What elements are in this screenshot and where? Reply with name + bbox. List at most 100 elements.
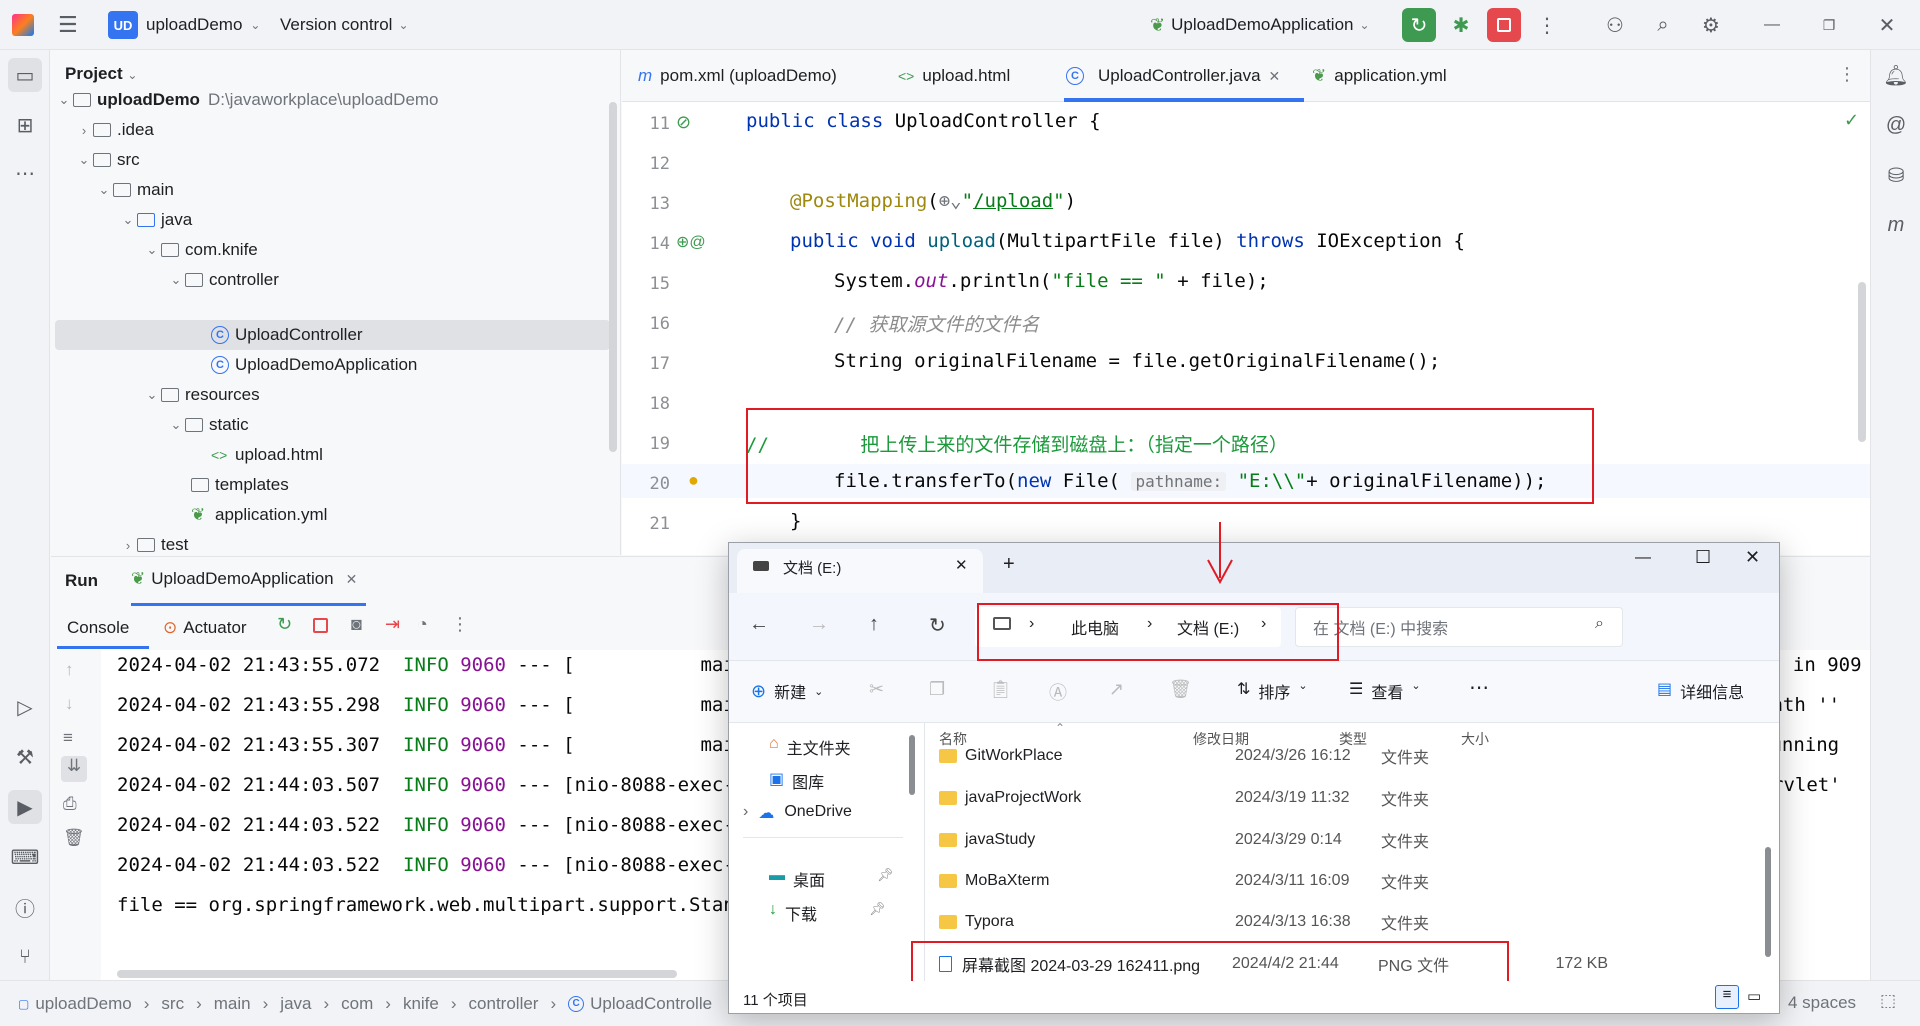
new-button[interactable]: ⊕ 新建 ⌄ <box>751 679 823 703</box>
dashboard-icon[interactable]: ◔ <box>417 614 428 635</box>
clear-trash-icon[interactable]: 🗑︎ <box>63 828 85 848</box>
tab-upload-html[interactable]: <> upload.html <box>898 50 1010 102</box>
explorer-tab[interactable] <box>737 549 983 593</box>
lightbulb-icon[interactable]: ● <box>688 470 699 491</box>
endpoint-icon[interactable]: ⊕@ <box>676 232 706 252</box>
indent-setting[interactable]: 4 spaces <box>1788 993 1856 1013</box>
spring-bean-icon[interactable]: ⊘ <box>676 112 691 133</box>
soft-wrap-icon[interactable]: ≡ <box>63 728 73 748</box>
rename-icon[interactable]: Ⓐ <box>1049 679 1067 705</box>
nav-scrollbar[interactable] <box>909 735 915 795</box>
tab-uploadcontroller-java[interactable]: C UploadController.java ✕ <box>1066 50 1280 102</box>
nav-desktop[interactable]: ▬ 桌面 📌︎ <box>769 867 894 891</box>
tree-node-resources[interactable]: ⌄ resources <box>143 380 260 410</box>
crumb[interactable]: UploadControlle <box>590 994 712 1014</box>
tree-node-upload-html[interactable]: <> upload.html <box>211 440 323 470</box>
project-scrollbar[interactable] <box>609 102 617 452</box>
crumb[interactable]: controller <box>469 994 539 1014</box>
more-icon[interactable]: ⋮ <box>451 614 469 635</box>
run-config-selector[interactable]: ❦ UploadDemoApplication ⌄ <box>1150 0 1370 50</box>
file-row[interactable]: javaProjectWork 2024/3/19 11:32 文件夹 <box>925 781 1765 815</box>
close-tab-icon[interactable]: ✕ <box>955 556 968 574</box>
camera-icon[interactable]: ◙ <box>351 614 362 635</box>
list-scrollbar[interactable] <box>1765 847 1771 957</box>
refresh-icon[interactable]: ↻ <box>929 613 946 638</box>
minimize-button[interactable]: — <box>1755 8 1789 42</box>
project-folder-icon[interactable]: ▭ <box>8 58 42 92</box>
pin-icon[interactable]: 📌︎ <box>869 901 886 925</box>
crumb[interactable]: uploadDemo <box>35 994 131 1014</box>
close-tab-icon[interactable]: ✕ <box>1269 68 1281 85</box>
maximize-button[interactable]: ☐ <box>1695 547 1711 568</box>
pin-icon[interactable]: 📌︎ <box>877 867 894 891</box>
stop-icon[interactable] <box>313 618 328 633</box>
maven-icon[interactable]: m <box>1879 208 1913 242</box>
crumb[interactable]: knife <box>403 994 439 1014</box>
crumb[interactable]: java <box>280 994 311 1014</box>
ide-logo-icon[interactable] <box>12 0 34 50</box>
details-view-icon[interactable]: ≡ <box>1715 985 1739 1009</box>
tree-node-uploaddemoapplication[interactable]: C UploadDemoApplication <box>211 350 417 380</box>
rerun-button[interactable]: ↻ <box>1402 8 1436 42</box>
share-icon[interactable]: ↗ <box>1109 679 1124 700</box>
details-pane-button[interactable]: ▤ 详细信息 <box>1657 679 1744 703</box>
add-user-icon[interactable]: ⚇ <box>1598 8 1632 42</box>
close-button[interactable]: ✕ <box>1870 8 1904 42</box>
structure-icon[interactable]: ⊞ <box>8 108 42 142</box>
close-tab-icon[interactable]: ✕ <box>346 571 358 588</box>
sort-button[interactable]: ⇅ 排序 ⌄ <box>1237 679 1308 703</box>
debug-icon[interactable]: ✱ <box>1444 8 1478 42</box>
view-button[interactable]: ☰ 查看 ⌄ <box>1349 679 1421 703</box>
stop-button[interactable] <box>1487 8 1521 42</box>
file-row[interactable]: MoBaXterm 2024/3/11 16:09 文件夹 <box>925 864 1765 898</box>
nav-gallery[interactable]: ▣ 图库 <box>769 769 824 793</box>
rerun-icon[interactable]: ↻ <box>277 614 292 635</box>
build-icon[interactable]: ⚒ <box>8 740 42 774</box>
tab-actuator[interactable]: ⊙ Actuator <box>163 618 247 638</box>
more-options-icon[interactable]: ⋯ <box>1469 675 1489 700</box>
tree-node-application-yml[interactable]: ❦ application.yml <box>191 500 327 530</box>
close-button[interactable]: ✕ <box>1745 547 1760 568</box>
run-tool-icon[interactable]: ▶ <box>8 790 42 824</box>
delete-icon[interactable]: 🗑︎ <box>1169 679 1192 700</box>
tree-node-main[interactable]: ⌄ main <box>95 175 174 205</box>
tab-options-icon[interactable]: ⋮ <box>1838 64 1856 85</box>
editor-scrollbar[interactable] <box>1858 282 1866 442</box>
console-h-scrollbar[interactable] <box>117 970 677 978</box>
more-tools-icon[interactable]: ⋯ <box>8 156 42 190</box>
settings-gear-icon[interactable]: ⚙ <box>1694 8 1728 42</box>
readonly-icon[interactable]: ⬚ <box>1880 991 1896 1011</box>
new-tab-icon[interactable]: + <box>1003 553 1015 576</box>
tiles-view-icon[interactable]: ▭ <box>1747 987 1761 1005</box>
tree-node-com-knife[interactable]: ⌄ com.knife <box>143 235 258 265</box>
tree-node-templates[interactable]: templates <box>191 470 289 500</box>
file-row[interactable]: Typora 2024/3/13 16:38 文件夹 <box>925 905 1765 939</box>
up-arrow-icon[interactable]: ↑ <box>869 613 879 636</box>
database-icon[interactable]: ⛁ <box>1879 158 1913 192</box>
version-control-menu[interactable]: Version control ⌄ <box>280 0 409 50</box>
git-icon[interactable]: ⑂ <box>8 940 42 974</box>
nav-downloads[interactable]: ↓ 下载 📌︎ <box>769 901 886 925</box>
scroll-to-end-icon[interactable]: ⇊ <box>61 756 87 782</box>
crumb[interactable]: src <box>161 994 184 1014</box>
cut-icon[interactable]: ✂ <box>869 679 884 700</box>
problems-icon[interactable]: ⓘ <box>8 890 42 924</box>
paste-icon[interactable]: 📋︎ <box>989 679 1012 700</box>
code-editor[interactable]: 11 12 13 14 15 16 17 18 19 20 21 ⊘ ⊕@ ● … <box>622 102 1870 555</box>
more-actions-icon[interactable]: ⋮ <box>1530 8 1564 42</box>
crumb[interactable]: main <box>214 994 251 1014</box>
terminal-icon[interactable]: ⌨ <box>8 840 42 874</box>
minimize-button[interactable]: — <box>1635 549 1651 567</box>
project-panel-title[interactable]: Project ⌄ <box>65 64 137 84</box>
tree-node-static[interactable]: ⌄ static <box>167 410 249 440</box>
run-app-tab[interactable]: ❦ UploadDemoApplication ✕ <box>131 569 357 589</box>
nav-home[interactable]: ⌂ 主文件夹 <box>769 735 851 759</box>
tab-console[interactable]: Console <box>67 618 129 638</box>
services-icon[interactable]: ▷ <box>8 690 42 724</box>
tab-application-yml[interactable]: ❦ application.yml <box>1312 50 1447 102</box>
scroll-down-icon[interactable]: ↓ <box>65 694 74 714</box>
tree-node-idea[interactable]: › .idea <box>75 115 154 145</box>
crumb[interactable]: com <box>341 994 373 1014</box>
crumb-this-pc[interactable]: 此电脑 <box>1071 615 1119 639</box>
scroll-up-icon[interactable]: ↑ <box>65 660 74 680</box>
